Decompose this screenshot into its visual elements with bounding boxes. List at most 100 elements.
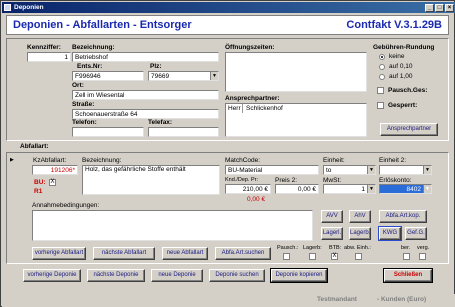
telefon-label: Telefon:: [72, 119, 97, 126]
deponie-kopieren-button[interactable]: Deponie kopieren: [270, 268, 328, 283]
rundung-010-radio[interactable]: [379, 64, 385, 70]
bezeichnung-field[interactable]: Betriebshof: [72, 52, 219, 62]
ansprechpartner-label: Ansprechpartner:: [225, 95, 280, 102]
bezeichnung-label: Bezeichnung:: [72, 44, 115, 51]
matchcode-label: MatchCode:: [225, 157, 261, 164]
minimize-button[interactable]: _: [425, 4, 434, 12]
naechste-deponie-button[interactable]: nächste Deponie: [87, 269, 145, 282]
deponie-panel: Kennziffer: 1 Bezeichnung: Betriebshof E…: [6, 38, 449, 141]
mwst-label: MwSt:: [323, 177, 342, 184]
mwst-dropdown-icon[interactable]: ▼: [367, 185, 375, 193]
einheit-label: Einheit:: [323, 157, 345, 164]
page-title: Deponien - Abfallarten - Entsorger: [13, 19, 192, 31]
lagerb-checkbox[interactable]: [309, 253, 316, 260]
kz-abfallart-label: KzAbfallart:: [33, 157, 67, 164]
header-banner: Deponien - Abfallarten - Entsorger Contf…: [6, 15, 449, 35]
einheit2-label: Einheit 2:: [379, 157, 407, 164]
abfallart-bezeichnung-field[interactable]: Holz, das gefährliche Stoffe enthält: [82, 165, 220, 195]
gebuehren-rundung-label: Gebühren-Rundung: [373, 44, 435, 51]
btb-checkbox[interactable]: X: [331, 253, 338, 260]
lagerb-button[interactable]: Lagerb.: [349, 227, 371, 240]
ahv-button[interactable]: AhV: [349, 210, 371, 223]
ber-label: ber.: [401, 245, 411, 251]
abfa-art-suchen-button[interactable]: Abfa.Art.suchen: [215, 247, 271, 260]
einheit2-field[interactable]: ▼: [379, 165, 432, 175]
pausch-ges-checkbox[interactable]: [377, 87, 384, 94]
abfallart-section-label: Abfallart:: [20, 143, 49, 150]
einheit-value: to: [326, 167, 332, 174]
ort-label: Ort:: [72, 82, 84, 89]
btb-label: BTB:: [329, 245, 342, 251]
rundung-keine-label: keine: [389, 53, 405, 60]
knd-dep-label: Knd./Dep. Pr:: [225, 177, 259, 183]
pausch-ges-label: Pausch.Ges:: [388, 87, 428, 94]
pausch-checkbox[interactable]: [283, 253, 290, 260]
plz-label: Plz:: [150, 63, 162, 70]
main-window: Deponien _ □ × Deponien - Abfallarten - …: [0, 0, 455, 307]
oeffnungszeiten-field[interactable]: [225, 52, 367, 92]
mwst-field[interactable]: 1 ▼: [323, 184, 376, 194]
bu-checkbox[interactable]: X: [49, 179, 56, 186]
erloeskonto-value: 8402: [406, 186, 421, 193]
einheit-field[interactable]: to ▼: [323, 165, 376, 175]
rundung-keine-radio[interactable]: [379, 54, 385, 60]
plz-dropdown-icon[interactable]: ▼: [210, 72, 218, 80]
matchcode-field[interactable]: BU-Material: [225, 165, 319, 175]
naechste-abfallart-button[interactable]: nächste Abfallart: [93, 247, 155, 260]
bu-label: BU:: [34, 179, 46, 186]
maximize-button[interactable]: □: [435, 4, 444, 12]
abw-einh-checkbox[interactable]: [355, 253, 362, 260]
ansprechpartner-button[interactable]: Ansprechpartner: [380, 123, 438, 136]
annahme-field[interactable]: [32, 210, 313, 241]
kz-abfallart-field[interactable]: 191206*: [32, 165, 78, 175]
title-bar: Deponien _ □ ×: [2, 2, 455, 13]
erloeskonto-dropdown-icon[interactable]: ▼: [423, 185, 431, 193]
plz-value: 79669: [151, 73, 170, 80]
close-button[interactable]: ×: [445, 4, 454, 12]
app-icon: [4, 4, 11, 11]
preis2-field[interactable]: 0,00 €: [275, 184, 319, 194]
abfallart-panel: ▶ KzAbfallart: 191206* BU: X R1 Bezeichn…: [6, 152, 449, 264]
knd-dep-price-field[interactable]: 210,00 €: [225, 184, 271, 194]
rundung-100-radio[interactable]: [379, 74, 385, 80]
ansprechpartner-name: Schlickenhof: [246, 105, 283, 112]
vorherige-deponie-button[interactable]: vorherige Deponie: [23, 269, 81, 282]
deponie-suchen-button[interactable]: Deponie suchen: [209, 269, 265, 282]
kwg-button[interactable]: KWG: [378, 226, 402, 241]
gesperrt-checkbox[interactable]: [377, 102, 384, 109]
gef-g-button[interactable]: Gef.G.: [405, 227, 427, 240]
ort-field[interactable]: Zell im Wiesental: [72, 90, 219, 100]
telefon-field[interactable]: [72, 127, 144, 137]
kennziffer-label: Kennziffer:: [27, 44, 61, 51]
version-label: Contfakt V.3.1.29B: [346, 19, 442, 31]
oeffnungszeiten-label: Öffnungszeiten:: [225, 44, 275, 51]
strasse-field[interactable]: Schoenauerstraße 64: [72, 109, 219, 119]
strasse-label: Straße:: [72, 101, 95, 108]
third-price-value: 0,00 €: [247, 196, 266, 203]
telefax-field[interactable]: [148, 127, 219, 137]
rundung-100-label: auf 1,00: [389, 73, 413, 80]
ents-nr-field[interactable]: F996946: [72, 71, 144, 81]
schliessen-button[interactable]: Schließen: [383, 268, 433, 283]
neue-abfallart-button[interactable]: neue Abfallart: [162, 247, 208, 260]
einheit2-dropdown-icon[interactable]: ▼: [423, 166, 431, 174]
annahme-label: Annahmebedingungen:: [32, 202, 100, 209]
window-title: Deponien: [14, 4, 44, 11]
verg-checkbox[interactable]: [419, 253, 426, 260]
telefax-label: Telefax:: [148, 119, 173, 126]
neue-deponie-button[interactable]: neue Deponie: [151, 269, 203, 282]
column-divider: [242, 104, 243, 113]
abfa-art-kopieren-button[interactable]: Abfa.Art.kop.: [379, 210, 427, 223]
avv-button[interactable]: AVV: [321, 210, 343, 223]
gesperrt-label: Gesperrt:: [388, 102, 418, 109]
erloeskonto-field[interactable]: 8402 ▼: [379, 184, 432, 194]
ents-nr-label: Ents.Nr:: [77, 63, 103, 70]
plz-field[interactable]: 79669 ▼: [148, 71, 219, 81]
r1-label: R1: [34, 188, 43, 195]
kennziffer-field[interactable]: 1: [27, 52, 71, 62]
lagerl-button[interactable]: Lagerl.: [321, 227, 343, 240]
ber-checkbox[interactable]: [403, 253, 410, 260]
einheit-dropdown-icon[interactable]: ▼: [367, 166, 375, 174]
vorherige-abfallart-button[interactable]: vorherige Abfallart: [32, 247, 86, 260]
ansprechpartner-list[interactable]: Herr Schlickenhof: [225, 103, 367, 137]
